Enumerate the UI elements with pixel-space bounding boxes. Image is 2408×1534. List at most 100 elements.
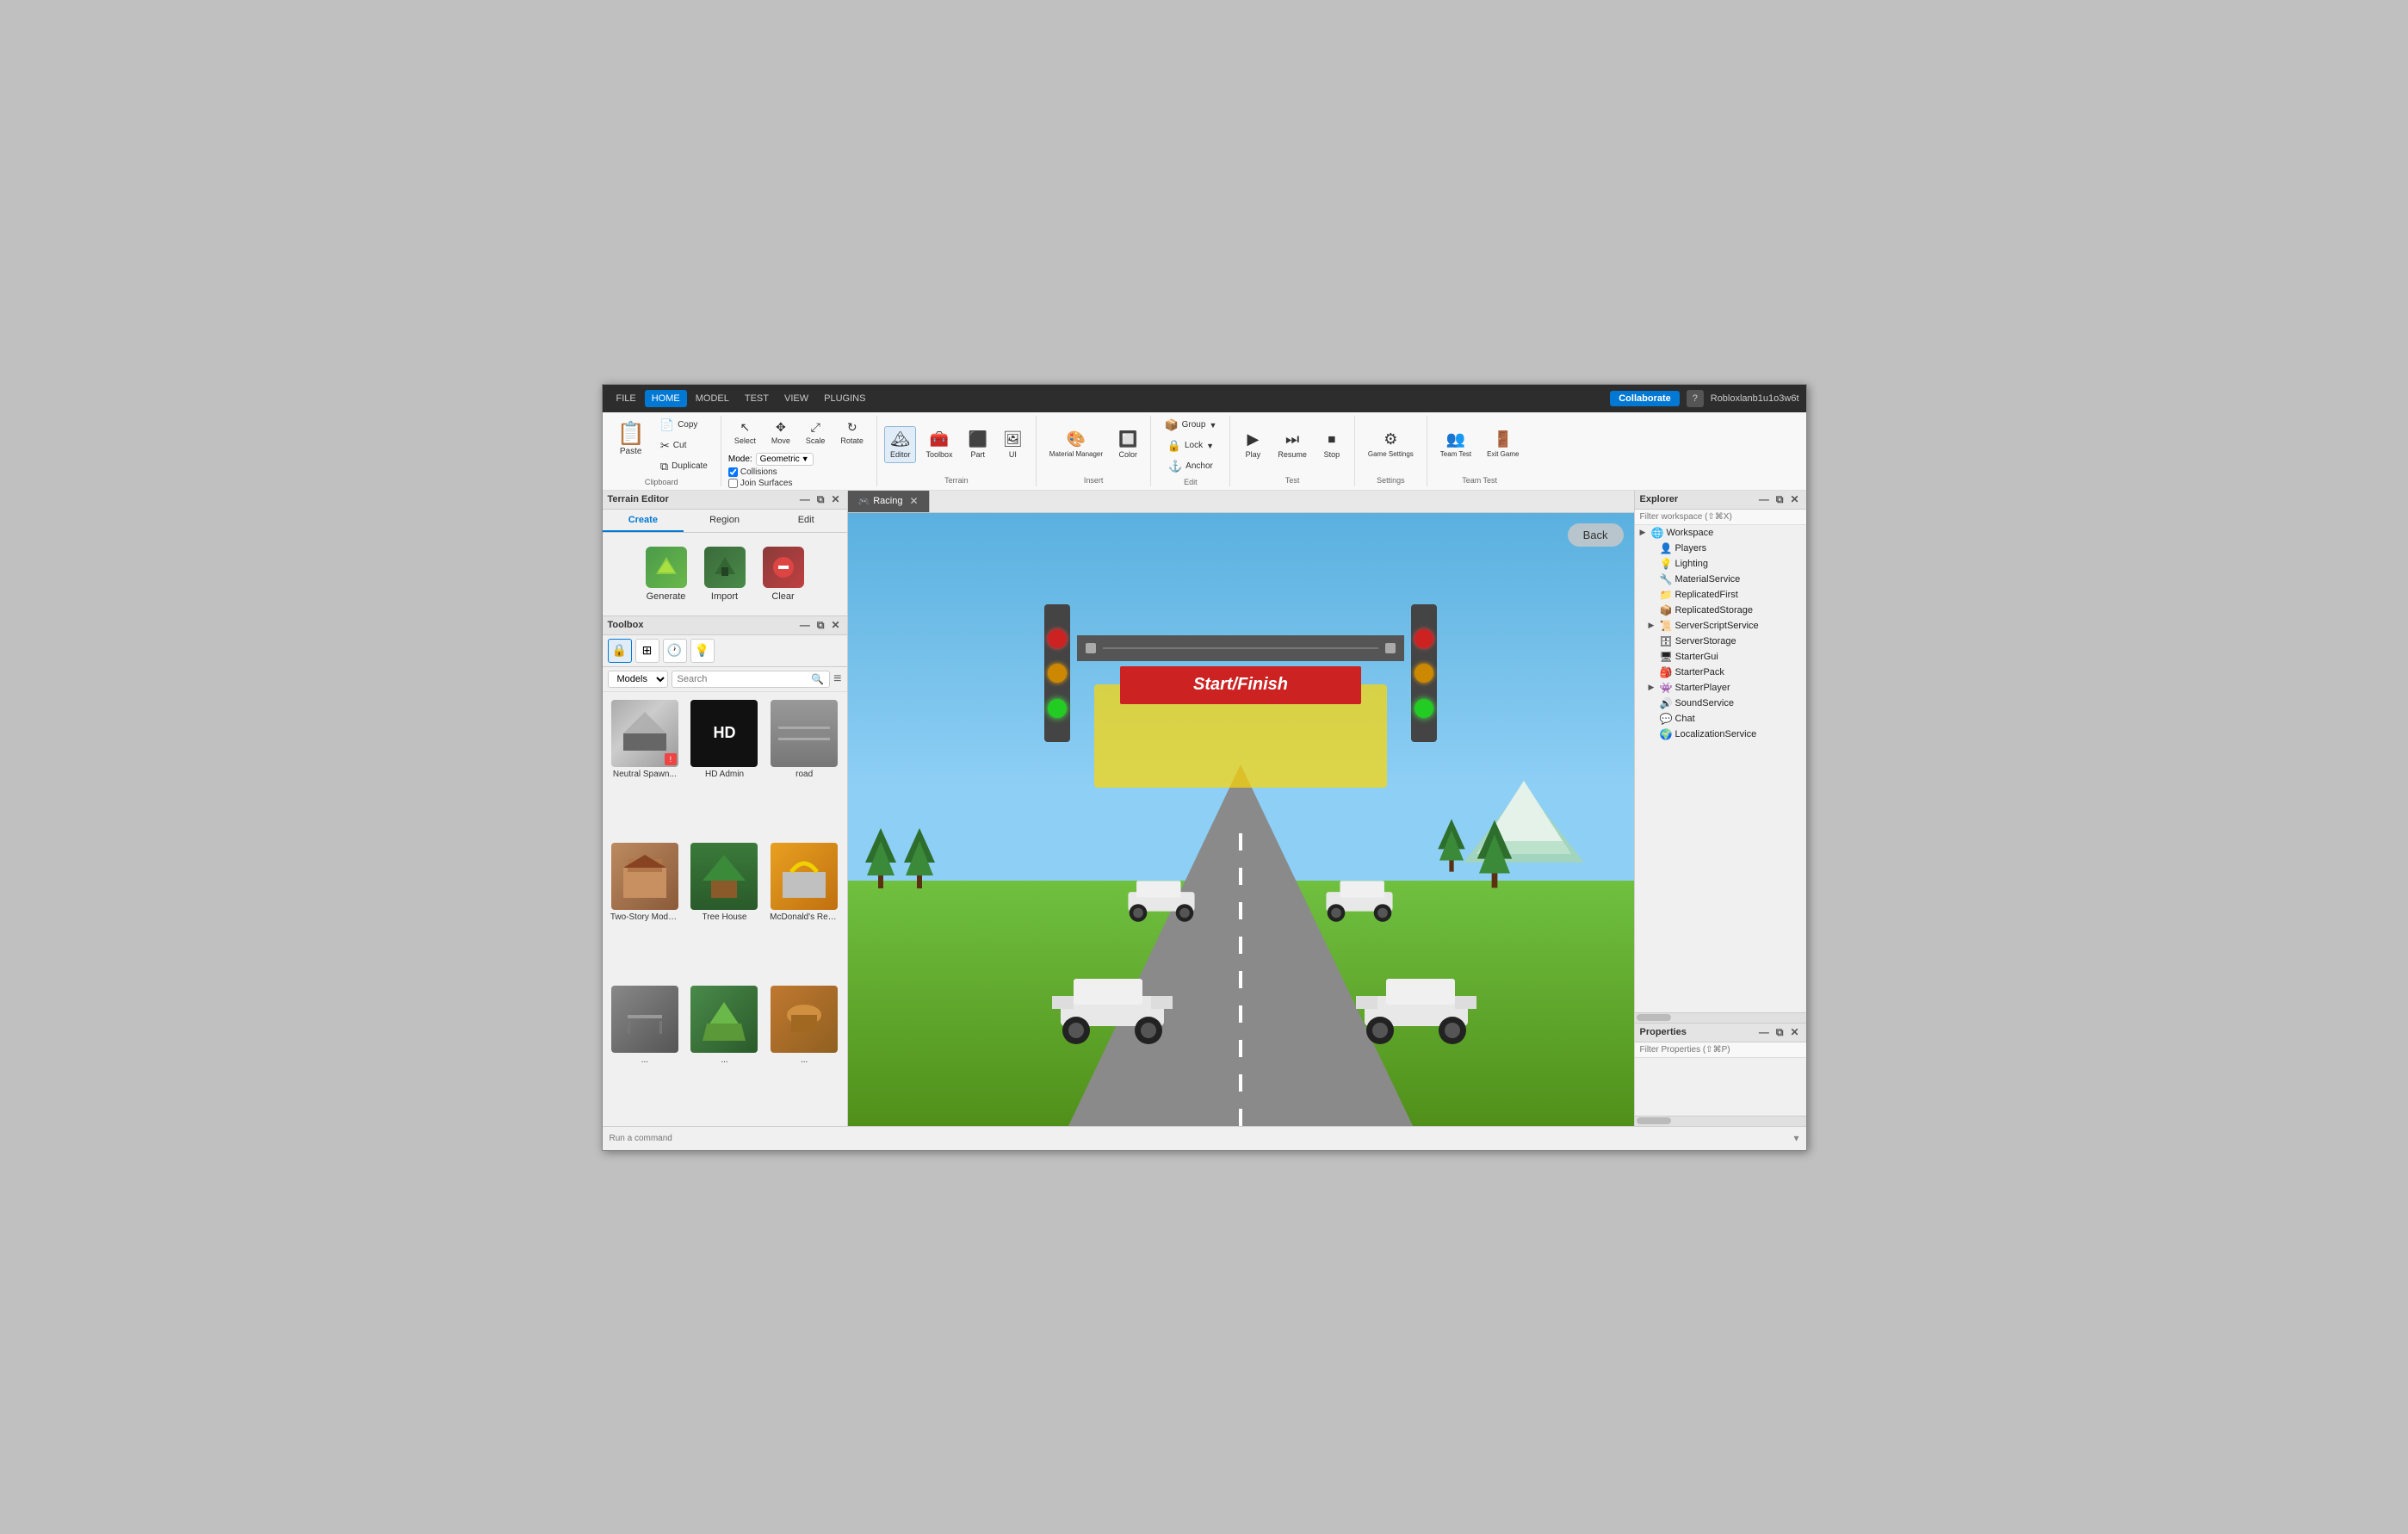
viewport[interactable]: Start/Finish [848,513,1634,1126]
back-button[interactable]: Back [1568,523,1624,547]
tree-item-starter-player[interactable]: ▶ 👾 StarterPlayer [1635,680,1806,696]
menu-plugins[interactable]: PLUGINS [817,390,872,407]
viewport-close-icon[interactable]: ✕ [909,495,918,507]
properties-close-icon[interactable]: ✕ [1788,1026,1800,1039]
toolbox-type-select[interactable]: Models [608,671,668,688]
tree-item-server-storage[interactable]: 🗄 ServerStorage [1635,634,1806,649]
ui-button[interactable]: 🖼 UI [997,426,1029,463]
toolbox-float-icon[interactable]: ⧉ [815,619,826,632]
terrain-float-icon[interactable]: ⧉ [815,493,826,506]
ribbon-content: 📋 Paste 📄 Copy ✂ Cut [603,412,1806,490]
command-input[interactable] [610,1134,1794,1143]
toolbox-config-icon[interactable]: ≡ [833,671,841,687]
collisions-checkbox[interactable] [728,467,738,477]
properties-float-icon[interactable]: ⧉ [1774,1026,1786,1039]
game-settings-button[interactable]: ⚙ Game Settings [1362,426,1420,463]
menu-model[interactable]: MODEL [689,390,736,407]
explorer-float-icon[interactable]: ⧉ [1774,493,1786,506]
mode-dropdown[interactable]: Geometric ▼ [756,453,814,466]
group-button[interactable]: 📦 Group ▼ [1158,416,1223,435]
tree-item-material-service[interactable]: 🔧 MaterialService [1635,572,1806,587]
menu-file[interactable]: FILE [610,390,643,407]
color-button[interactable]: 🔲 Color [1112,426,1143,463]
toolbox-ribbon-button[interactable]: 🧰 Toolbox [919,426,958,463]
toolbox-tab-recent[interactable]: 🕐 [663,639,687,663]
exit-game-button[interactable]: 🚪 Exit Game [1481,426,1525,463]
terrain-close-icon[interactable]: ✕ [829,493,841,506]
toolbox-item[interactable]: ... [606,981,684,1123]
anchor-button[interactable]: ⚓ Anchor [1162,457,1219,476]
part-button[interactable]: ⬛ Part [963,426,994,463]
menu-view[interactable]: VIEW [777,390,815,407]
resume-button[interactable]: ⏭ Resume [1272,426,1313,463]
team-test-button[interactable]: 👥 Team Test [1434,426,1477,463]
car-mid-right [1321,869,1398,930]
tree-item-starter-pack[interactable]: 🎒 StarterPack [1635,665,1806,680]
toolbox-minimize-icon[interactable]: — [798,619,812,632]
toolbox-item[interactable]: Tree House [685,838,764,980]
toolbox-tab-lock[interactable]: 🔒 [608,639,632,663]
tree-item-localization[interactable]: 🌍 LocalizationService [1635,727,1806,742]
duplicate-button[interactable]: ⧉ Duplicate [654,457,714,476]
tab-racing[interactable]: 🎮 Racing ✕ [848,491,930,512]
properties-minimize-icon[interactable]: — [1757,1026,1771,1039]
toolbox-tab-grid[interactable]: ⊞ [635,639,659,663]
tree-item-lighting[interactable]: 💡 Lighting [1635,556,1806,572]
toolbox-item[interactable]: McDonald's Restaurant [765,838,844,980]
toolbox-item[interactable]: ... [765,981,844,1123]
small-buttons: 📄 Copy ✂ Cut ⧉ Duplicate [654,416,714,476]
menu-test[interactable]: TEST [738,390,776,407]
cut-button[interactable]: ✂ Cut [654,436,714,455]
move-button[interactable]: ✥ Move [765,416,796,449]
explorer-scrollbar[interactable] [1635,1012,1806,1023]
properties-scrollbar-thumb[interactable] [1637,1117,1671,1124]
explorer-close-icon[interactable]: ✕ [1788,493,1800,506]
toolbox-item[interactable]: ! Neutral Spawn... [606,696,684,837]
explorer-scrollbar-thumb[interactable] [1637,1014,1671,1021]
explorer-minimize-icon[interactable]: — [1757,493,1771,506]
import-tool-icon [704,547,746,588]
join-surfaces-checkbox[interactable] [728,479,738,488]
rotate-button[interactable]: ↻ Rotate [834,416,870,449]
terrain-minimize-icon[interactable]: — [798,493,812,506]
help-icon[interactable]: ? [1687,390,1704,407]
properties-filter-input[interactable] [1640,1045,1801,1055]
search-input[interactable] [678,674,812,684]
terrain-tab-region[interactable]: Region [684,510,765,532]
toolbox-tab-ideas[interactable]: 💡 [690,639,715,663]
scale-button[interactable]: ⤢ Scale [800,416,832,449]
tree-item-starter-gui[interactable]: 🖥 StarterGui [1635,649,1806,665]
terrain-tab-edit[interactable]: Edit [765,510,847,532]
tree-item-replicated-storage[interactable]: 📦 ReplicatedStorage [1635,603,1806,618]
toolbox-item[interactable]: ... [685,981,764,1123]
play-button[interactable]: ▶ Play [1237,426,1268,463]
terrain-tab-create[interactable]: Create [603,510,684,532]
menu-home[interactable]: HOME [645,390,687,407]
join-surfaces-checkbox-row[interactable]: Join Surfaces [728,479,814,488]
status-bar-expand-icon[interactable]: ▾ [1793,1132,1798,1144]
terrain-import-tool[interactable]: Import [704,547,746,602]
select-button[interactable]: ↖ Select [728,416,762,449]
tree-item-players[interactable]: 👤 Players [1635,541,1806,556]
tree-item-sound-service[interactable]: 🔊 SoundService [1635,696,1806,711]
tree-item-replicated-first[interactable]: 📁 ReplicatedFirst [1635,587,1806,603]
properties-scrollbar[interactable] [1635,1116,1806,1126]
toolbox-item[interactable]: road [765,696,844,837]
toolbox-item[interactable]: HD HD Admin [685,696,764,837]
editor-button[interactable]: 🏔 Editor [884,426,917,463]
tree-item-workspace[interactable]: ▶ 🌐 Workspace [1635,525,1806,541]
tree-item-server-script-service[interactable]: ▶ 📜 ServerScriptService [1635,618,1806,634]
toolbox-item[interactable]: Two-Story Modern... [606,838,684,980]
paste-button[interactable]: 📋 Paste [610,416,653,476]
collaborate-button[interactable]: Collaborate [1610,391,1680,406]
stop-button[interactable]: ⏹ Stop [1316,426,1347,463]
copy-button[interactable]: 📄 Copy [654,416,714,435]
tree-item-chat[interactable]: 💬 Chat [1635,711,1806,727]
toolbox-close-icon[interactable]: ✕ [829,619,841,632]
terrain-generate-tool[interactable]: Generate [646,547,687,602]
explorer-filter-input[interactable] [1640,512,1801,522]
material-manager-button[interactable]: 🎨 Material Manager [1043,426,1109,463]
terrain-clear-tool[interactable]: Clear [763,547,804,602]
collisions-checkbox-row[interactable]: Collisions [728,467,814,477]
lock-button[interactable]: 🔒 Lock ▼ [1161,436,1220,455]
